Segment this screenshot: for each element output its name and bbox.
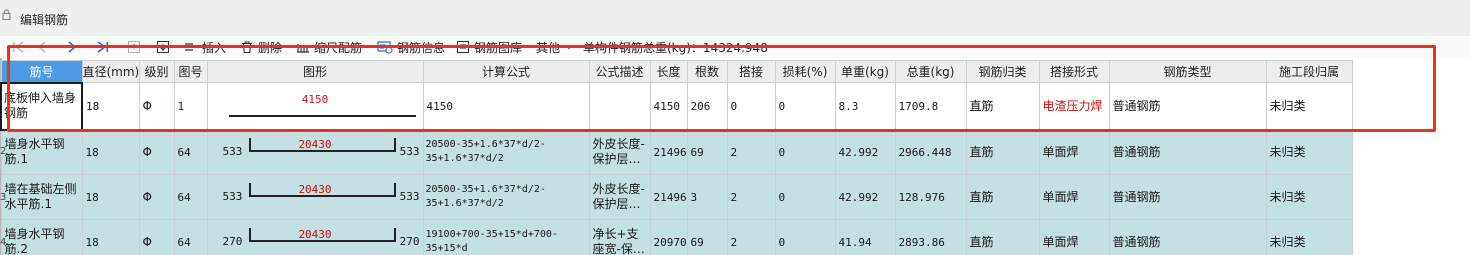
rebar-shape: 270 20430 270 xyxy=(211,221,420,255)
length-cell[interactable]: 20970 xyxy=(649,219,688,255)
grade-symbol: Φ xyxy=(142,234,152,249)
total-weight-cell[interactable]: 128.976 xyxy=(894,174,967,220)
grade-cell[interactable]: Φ xyxy=(138,129,175,175)
diameter-cell[interactable]: 18 xyxy=(81,174,140,220)
formula-desc-cell[interactable]: 外皮长度-保护层… xyxy=(588,174,651,220)
joint-type-cell[interactable]: 单面焊 xyxy=(1038,129,1110,175)
table-row[interactable]: 墙身水平钢筋.2 18 Φ 64 270 20430 270 19100+700… xyxy=(0,219,1353,255)
shape-cell[interactable]: 270 20430 270 xyxy=(206,219,424,255)
joint-type-cell[interactable]: 单面焊 xyxy=(1038,174,1110,220)
construction-stage-cell[interactable]: 未归类 xyxy=(1265,174,1353,220)
formula-cell[interactable]: 20500-35+1.6*37*d/2-35+1.6*37*d/2 xyxy=(422,174,590,220)
unit-weight-cell[interactable]: 41.94 xyxy=(834,219,896,255)
formula-desc-cell[interactable]: 外皮长度-保护层… xyxy=(588,129,651,175)
formula-cell[interactable]: 20500-35+1.6*37*d/2-35+1.6*37*d/2 xyxy=(422,129,590,175)
rebar-name-cell[interactable]: 墙身水平钢筋.2 xyxy=(0,219,83,255)
length-cell[interactable]: 21496 xyxy=(649,129,688,175)
rebar-shape: 533 20430 533 xyxy=(211,131,420,174)
rebar-type-cell[interactable]: 普通钢筋 xyxy=(1108,129,1267,175)
window-title: 编辑钢筋 xyxy=(20,13,69,27)
highlight-box xyxy=(7,45,1436,132)
construction-stage-cell[interactable]: 未归类 xyxy=(1265,129,1353,175)
figure-number-cell[interactable]: 64 xyxy=(173,219,208,255)
title-bar: 编辑钢筋 xyxy=(0,0,1470,36)
formula-desc-cell[interactable]: 净长+支座宽-保… xyxy=(588,219,651,255)
shape-cell[interactable]: 533 20430 533 xyxy=(206,174,424,220)
shape-length-label: 20430 xyxy=(298,183,332,196)
row-number: 2 xyxy=(0,146,7,157)
lap-cell[interactable]: 2 xyxy=(726,219,776,255)
lap-cell[interactable]: 2 xyxy=(726,129,776,175)
count-cell[interactable]: 69 xyxy=(686,219,728,255)
joint-type-cell[interactable]: 单面焊 xyxy=(1038,219,1110,255)
formula-cell[interactable]: 19100+700-35+15*d+700-35+15*d xyxy=(422,219,590,255)
construction-stage-cell[interactable]: 未归类 xyxy=(1265,219,1353,255)
row-number: 3 xyxy=(0,192,7,203)
grade-symbol: Φ xyxy=(142,144,152,159)
unit-weight-cell[interactable]: 42.992 xyxy=(834,129,896,175)
loss-cell[interactable]: 0 xyxy=(774,129,836,175)
rebar-category-cell[interactable]: 直筋 xyxy=(965,219,1040,255)
rebar-shape: 533 20430 533 xyxy=(211,176,420,219)
shape-right-leg: 533 xyxy=(399,145,420,158)
grade-symbol: Φ xyxy=(142,189,152,204)
lock-icon xyxy=(2,9,11,20)
rebar-type-cell[interactable]: 普通钢筋 xyxy=(1108,174,1267,220)
grade-cell[interactable]: Φ xyxy=(138,219,175,255)
rebar-name-cell[interactable]: 墙在基础左侧水平筋.1 xyxy=(0,174,83,220)
figure-number-cell[interactable]: 64 xyxy=(173,129,208,175)
loss-cell[interactable]: 0 xyxy=(774,219,836,255)
lap-cell[interactable]: 2 xyxy=(726,174,776,220)
shape-length-label: 20430 xyxy=(298,138,332,151)
diameter-cell[interactable]: 18 xyxy=(81,129,140,175)
shape-cell[interactable]: 533 20430 533 xyxy=(206,129,424,175)
unit-weight-cell[interactable]: 42.992 xyxy=(834,174,896,220)
loss-cell[interactable]: 0 xyxy=(774,174,836,220)
diameter-cell[interactable]: 18 xyxy=(81,219,140,255)
rebar-name-cell[interactable]: 墙身水平钢筋.1 xyxy=(0,129,83,175)
count-cell[interactable]: 3 xyxy=(686,174,728,220)
rebar-category-cell[interactable]: 直筋 xyxy=(965,129,1040,175)
length-cell[interactable]: 21496 xyxy=(649,174,688,220)
table-row[interactable]: 墙身水平钢筋.1 18 Φ 64 533 20430 533 20500-35+… xyxy=(0,129,1353,175)
shape-right-leg: 533 xyxy=(399,190,420,203)
table-row[interactable]: 墙在基础左侧水平筋.1 18 Φ 64 533 20430 533 20500-… xyxy=(0,174,1353,220)
figure-number-cell[interactable]: 64 xyxy=(173,174,208,220)
shape-length-label: 20430 xyxy=(298,228,332,241)
rebar-type-cell[interactable]: 普通钢筋 xyxy=(1108,219,1267,255)
shape-right-leg: 270 xyxy=(399,235,420,248)
grade-cell[interactable]: Φ xyxy=(138,174,175,220)
count-cell[interactable]: 69 xyxy=(686,129,728,175)
rebar-category-cell[interactable]: 直筋 xyxy=(965,174,1040,220)
total-weight-cell[interactable]: 2893.86 xyxy=(894,219,967,255)
row-number: 4 xyxy=(0,237,7,248)
total-weight-cell[interactable]: 2966.448 xyxy=(894,129,967,175)
